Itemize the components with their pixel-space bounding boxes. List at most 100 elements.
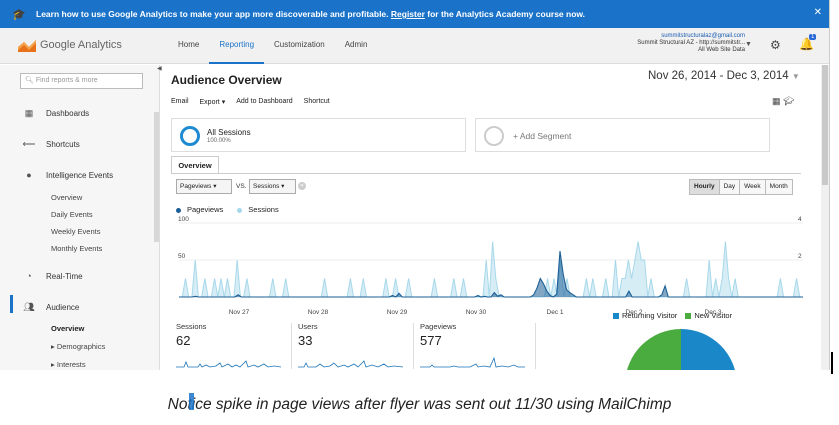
sidebar-item-real-time[interactable]: ◔ Real-Time bbox=[0, 268, 153, 284]
returning-visitor-slice[interactable] bbox=[681, 329, 737, 370]
sidebar-sub-demographics[interactable]: ▸ Demographics bbox=[51, 342, 105, 351]
sidebar-sub-interests[interactable]: ▸ Interests bbox=[51, 360, 86, 369]
email-button[interactable]: Email bbox=[171, 98, 189, 106]
metric-divider bbox=[413, 323, 414, 369]
new-visitor-slice[interactable] bbox=[625, 329, 681, 370]
y-right-tick-label: 2 bbox=[798, 253, 802, 260]
sidebar-scrollbar[interactable] bbox=[154, 112, 159, 242]
google-analytics-logo[interactable]: Google Analytics bbox=[18, 38, 122, 52]
visitor-pie-chart bbox=[625, 329, 737, 370]
account-view: All Web Site Data bbox=[698, 47, 745, 53]
add-segment-label: + Add Segment bbox=[513, 131, 572, 141]
gear-icon[interactable]: ⚙ bbox=[770, 38, 781, 52]
shortcut-arrow-icon: ⟵ bbox=[22, 138, 36, 149]
sidebar: 🔍︎ Find reports & more ▦ Dashboards ⟵ Sh… bbox=[0, 65, 160, 370]
sidebar-sub-weekly-events[interactable]: Weekly Events bbox=[51, 227, 100, 236]
text-cursor-mark bbox=[831, 352, 833, 374]
register-link[interactable]: Register bbox=[391, 9, 425, 19]
chevron-down-icon: ▼ bbox=[791, 72, 800, 81]
grid-view-icon[interactable]: ▦ bbox=[772, 96, 781, 106]
sessions-sparkline bbox=[176, 360, 281, 368]
metric-sessions[interactable]: Sessions 62 bbox=[176, 322, 294, 370]
sidebar-sub-overview[interactable]: Overview bbox=[51, 193, 82, 202]
secondary-metric-select[interactable]: Sessions ▾ bbox=[249, 179, 296, 194]
analytics-logo-icon bbox=[18, 40, 36, 52]
legend-sessions[interactable]: Sessions bbox=[237, 205, 279, 214]
metric-users[interactable]: Users 33 bbox=[298, 322, 416, 370]
empty-segment-ring-icon bbox=[484, 126, 504, 146]
granularity-month[interactable]: Month bbox=[765, 180, 792, 194]
shortcut-button[interactable]: Shortcut bbox=[304, 98, 330, 106]
report-actions: Email Export ▾ Add to Dashboard Shortcut bbox=[171, 98, 341, 106]
granularity-hourly[interactable]: Hourly bbox=[690, 180, 720, 194]
text-caret bbox=[189, 393, 194, 410]
y-left-tick-label: 100 bbox=[178, 216, 189, 223]
academy-banner: 🎓 Learn how to use Google Analytics to m… bbox=[0, 0, 829, 28]
scrollbar-thumb[interactable] bbox=[822, 65, 828, 185]
nav-admin[interactable]: Admin bbox=[335, 28, 378, 64]
segment-ring-icon bbox=[180, 126, 200, 146]
pageviews-sessions-chart: 1005042Nov 27 Nov 28 Nov 29 Nov 30 Dec 1 Dec … bbox=[178, 216, 803, 315]
grid-icon: ▦ bbox=[24, 107, 34, 118]
account-email: summitstructuralaz@gmail.com bbox=[661, 33, 745, 39]
page-scrollbar[interactable] bbox=[821, 65, 829, 370]
segment-all-sessions[interactable]: All Sessions 100.00% bbox=[171, 118, 466, 152]
chart-legend: Pageviews Sessions bbox=[176, 205, 279, 214]
remove-comparison-icon[interactable]: ✕ bbox=[298, 182, 306, 190]
notification-badge: 1 bbox=[809, 34, 817, 40]
granularity-week[interactable]: Week bbox=[740, 180, 766, 194]
collapse-sidebar-icon[interactable]: ◀ bbox=[157, 65, 162, 72]
sidebar-item-shortcuts[interactable]: ⟵ Shortcuts bbox=[0, 136, 153, 152]
add-segment[interactable]: + Add Segment bbox=[475, 118, 770, 152]
legend-new-visitor[interactable]: New Visitor bbox=[685, 311, 732, 320]
export-button[interactable]: Export ▾ bbox=[200, 98, 226, 106]
sidebar-sub-audience-overview[interactable]: Overview bbox=[51, 324, 84, 333]
sidebar-item-dashboards[interactable]: ▦ Dashboards bbox=[0, 105, 153, 121]
page-title: Audience Overview bbox=[171, 73, 282, 87]
close-banner-icon[interactable]: ✕ bbox=[814, 7, 822, 18]
sidebar-item-intelligence-events[interactable]: ● Intelligence Events bbox=[0, 167, 153, 183]
sessions-dot-icon bbox=[237, 207, 243, 213]
pageviews-dot-icon bbox=[176, 207, 181, 213]
tab-overview[interactable]: Overview bbox=[171, 156, 219, 174]
lightbulb-icon: ● bbox=[26, 170, 32, 180]
sidebar-item-audience[interactable]: 👥︎ Audience bbox=[0, 299, 153, 315]
x-tick-label: Nov 29 bbox=[387, 309, 408, 315]
clock-icon: ◔ bbox=[26, 271, 32, 281]
x-tick-label: Nov 30 bbox=[466, 309, 487, 315]
chevron-down-icon[interactable]: ▼ bbox=[745, 41, 752, 48]
x-tick-label: Nov 28 bbox=[308, 309, 329, 315]
date-range-picker[interactable]: Nov 26, 2014 - Dec 3, 2014 ▼ bbox=[648, 70, 800, 82]
pageviews-sparkline bbox=[420, 356, 525, 368]
account-property: Summit Structural AZ - http://summitstr.… bbox=[637, 40, 745, 46]
new-swatch-icon bbox=[685, 313, 692, 320]
y-right-tick-label: 4 bbox=[798, 216, 802, 223]
nav-customization[interactable]: Customization bbox=[264, 28, 335, 64]
vs-label: VS. bbox=[236, 183, 247, 190]
sidebar-sub-daily-events[interactable]: Daily Events bbox=[51, 210, 93, 219]
granularity-toggle: Hourly Day Week Month bbox=[689, 179, 793, 195]
x-tick-label: Dec 1 bbox=[547, 309, 564, 315]
granularity-day[interactable]: Day bbox=[719, 180, 741, 194]
search-input[interactable]: 🔍︎ Find reports & more bbox=[20, 73, 143, 89]
sidebar-sub-monthly-events[interactable]: Monthly Events bbox=[51, 244, 102, 253]
account-selector[interactable]: summitstructuralaz@gmail.com Summit Stru… bbox=[615, 33, 745, 54]
nav-reporting[interactable]: Reporting bbox=[209, 28, 265, 64]
primary-metric-select[interactable]: Pageviews ▾ bbox=[176, 179, 232, 194]
analytics-screenshot: 🎓 Learn how to use Google Analytics to m… bbox=[0, 0, 830, 370]
metric-divider bbox=[535, 323, 536, 369]
metric-pageviews[interactable]: Pageviews 577 bbox=[420, 322, 538, 370]
main-nav: Home Reporting Customization Admin bbox=[168, 28, 377, 64]
legend-pageviews[interactable]: Pageviews bbox=[176, 205, 223, 214]
report-view-icons: ▦ 🎓︎ bbox=[772, 96, 794, 107]
legend-returning-visitor[interactable]: Returning Visitor bbox=[613, 311, 677, 320]
segment-percent: 100.00% bbox=[207, 138, 231, 144]
caption: Notice spike in page views after flyer w… bbox=[167, 396, 672, 413]
users-sparkline bbox=[298, 360, 403, 368]
academy-cap-icon[interactable]: 🎓︎ bbox=[783, 96, 794, 106]
segment-name: All Sessions bbox=[207, 128, 251, 137]
bell-icon[interactable]: 🔔 1 bbox=[799, 34, 817, 51]
add-to-dashboard-button[interactable]: Add to Dashboard bbox=[236, 98, 292, 106]
nav-home[interactable]: Home bbox=[168, 28, 209, 64]
logo-text: Google Analytics bbox=[40, 39, 122, 51]
